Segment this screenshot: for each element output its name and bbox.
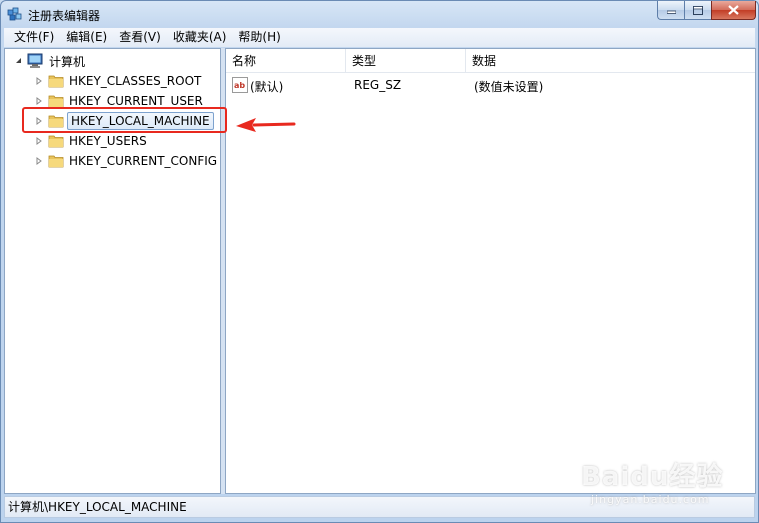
collapse-icon[interactable] (14, 56, 24, 66)
maximize-button[interactable] (684, 1, 711, 20)
menu-bar: 文件(F) 编辑(E) 查看(V) 收藏夹(A) 帮助(H) (4, 28, 755, 47)
tree-label-hkcr: HKEY_CLASSES_ROOT (69, 74, 202, 88)
expand-icon[interactable] (34, 136, 44, 146)
close-icon (728, 5, 739, 15)
column-header-type[interactable]: 类型 (346, 49, 466, 73)
tree-label-hku: HKEY_USERS (69, 134, 147, 148)
column-header-data[interactable]: 数据 (466, 49, 755, 73)
value-type: REG_SZ (354, 78, 402, 92)
annotation-highlight-box (22, 107, 227, 133)
regedit-app-icon (7, 7, 22, 21)
folder-icon (48, 75, 64, 88)
close-button[interactable] (711, 1, 756, 20)
tree-node-hkcc[interactable]: HKEY_CURRENT_CONFIG (34, 151, 217, 171)
maximize-icon (693, 5, 703, 15)
tree-node-hku[interactable]: HKEY_USERS (34, 131, 147, 151)
values-list-pane[interactable]: 名称 类型 数据 ab (默认) REG_SZ (数值未设置) (225, 48, 756, 494)
value-data: (数值未设置) (474, 80, 544, 94)
watermark-url: jingyan.baidu.com (591, 493, 710, 506)
tree-label-computer: 计算机 (49, 54, 86, 69)
menu-file[interactable]: 文件(F) (8, 28, 60, 47)
computer-icon (27, 53, 43, 68)
regedit-window: 注册表编辑器 文件(F) 编辑(E) 查看(V) 收藏夹(A) 帮助(H) 计算… (0, 0, 759, 523)
column-header-name[interactable]: 名称 (226, 49, 346, 73)
minimize-button[interactable] (657, 1, 684, 20)
expand-icon[interactable] (34, 96, 44, 106)
svg-text:ab: ab (234, 81, 245, 90)
title-bar[interactable]: 注册表编辑器 (1, 1, 758, 28)
folder-icon (48, 135, 64, 148)
value-name: (默认) (250, 80, 284, 94)
expand-icon[interactable] (34, 76, 44, 86)
tree-label-hkcu: HKEY_CURRENT_USER (69, 94, 203, 108)
status-path: 计算机\HKEY_LOCAL_MACHINE (8, 500, 187, 514)
folder-icon (48, 95, 64, 108)
folder-icon (48, 155, 64, 168)
window-title: 注册表编辑器 (28, 9, 101, 23)
tree-node-computer[interactable]: 计算机 (14, 51, 85, 71)
menu-favorites[interactable]: 收藏夹(A) (167, 28, 233, 47)
menu-edit[interactable]: 编辑(E) (60, 28, 113, 47)
menu-help[interactable]: 帮助(H) (232, 28, 286, 47)
minimize-icon (666, 10, 676, 14)
annotation-arrow-icon (236, 118, 296, 132)
tree-label-hkcc: HKEY_CURRENT_CONFIG (69, 154, 218, 168)
menu-view[interactable]: 查看(V) (113, 28, 167, 47)
window-controls (657, 1, 756, 20)
watermark-brand: Baidu经验 (581, 462, 724, 492)
tree-node-hkcr[interactable]: HKEY_CLASSES_ROOT (34, 71, 201, 91)
baidu-watermark: Baidu经验 jingyan.baidu.com (581, 456, 723, 506)
expand-icon[interactable] (34, 156, 44, 166)
string-value-icon: ab (232, 77, 248, 93)
